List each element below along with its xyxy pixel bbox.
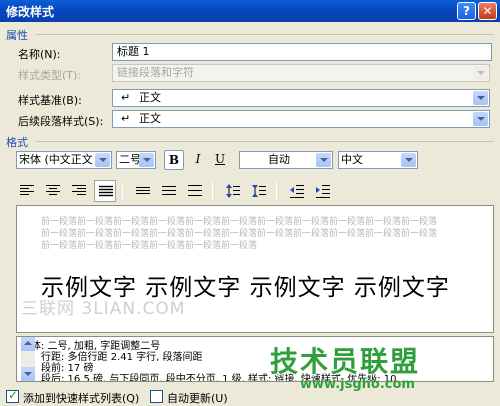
previous-paragraph-text: 前一段落前一段落前一段落前一段落前一段落前一段落 xyxy=(41,241,258,251)
paragraph-return-icon: ↵ xyxy=(121,112,131,125)
chevron-down-icon xyxy=(316,153,331,167)
font-value: 宋体 (中文正文 xyxy=(19,153,93,166)
name-value: 标题 1 xyxy=(117,45,150,58)
properties-section-label: 属性 xyxy=(6,29,28,42)
format-divider xyxy=(36,141,494,142)
scroll-down-icon[interactable] xyxy=(21,367,35,381)
italic-button[interactable]: I xyxy=(188,150,208,170)
checkbox-checked-icon xyxy=(6,388,19,403)
double-spacing-icon[interactable] xyxy=(184,180,206,202)
decrease-paragraph-spacing-icon[interactable] xyxy=(248,180,270,202)
window-title: 修改样式 xyxy=(6,5,55,19)
chevron-down-icon xyxy=(139,153,154,167)
style-type-value: 链接段落和字符 xyxy=(117,66,194,79)
name-label: 名称(N): xyxy=(18,48,61,61)
font-size-select[interactable]: 二号 xyxy=(116,151,156,169)
chevron-down-icon xyxy=(473,112,488,126)
checkbox-icon xyxy=(150,390,163,403)
font-size-value: 二号 xyxy=(119,153,141,166)
following-style-label: 后续段落样式(S): xyxy=(18,115,104,128)
chevron-down-icon xyxy=(473,91,488,105)
add-to-quick-styles-checkbox[interactable]: 添加到快速样式列表(Q) xyxy=(6,388,146,405)
scroll-up-icon[interactable] xyxy=(21,337,35,351)
font-color-value: 自动 xyxy=(268,153,290,166)
increase-indent-icon[interactable] xyxy=(312,180,334,202)
format-section-label: 格式 xyxy=(6,136,28,149)
properties-divider xyxy=(36,34,494,35)
paragraph-return-icon: ↵ xyxy=(121,91,131,104)
underline-button[interactable]: U xyxy=(210,150,230,170)
align-right-icon[interactable] xyxy=(68,180,90,202)
site-watermark-title: 技术员联盟 xyxy=(270,345,421,378)
style-type-label: 样式类型(T): xyxy=(18,69,82,82)
style-based-on-label: 样式基准(B): xyxy=(18,94,82,107)
chevron-down-icon xyxy=(473,66,488,80)
site-watermark-url: www.jsgho.com xyxy=(300,377,415,392)
style-preview: 前一段落前一段落前一段落前一段落前一段落前一段落前一段落前一段落前一段落前一段落… xyxy=(16,205,494,333)
font-color-select[interactable]: 自动 xyxy=(239,151,333,169)
title-bar: 修改样式 ? ✕ xyxy=(0,0,500,22)
preview-watermark: 三联网 3LIAN.COM xyxy=(21,299,186,319)
auto-update-checkbox[interactable]: 自动更新(U) xyxy=(150,390,250,405)
align-left-icon[interactable] xyxy=(16,180,38,202)
align-center-icon[interactable] xyxy=(42,180,64,202)
toolbar-separator xyxy=(212,182,213,200)
style-description: 字体: 二号, 加粗, 字距调整二号 行距: 多倍行距 2.41 字行, 段落间… xyxy=(16,336,494,382)
toolbar-separator xyxy=(122,182,123,200)
add-to-quick-styles-label: 添加到快速样式列表(Q) xyxy=(23,392,140,405)
language-select[interactable]: 中文 xyxy=(338,151,418,169)
style-based-on-select[interactable]: ↵ 正文 xyxy=(112,89,490,107)
increase-paragraph-spacing-icon[interactable] xyxy=(222,180,244,202)
bold-button[interactable]: B xyxy=(164,150,184,170)
chevron-down-icon xyxy=(95,153,110,167)
single-spacing-icon[interactable] xyxy=(132,180,154,202)
toolbar-separator xyxy=(276,182,277,200)
name-input[interactable]: 标题 1 xyxy=(112,43,492,61)
help-button[interactable]: ? xyxy=(457,2,476,20)
chevron-down-icon xyxy=(401,153,416,167)
language-value: 中文 xyxy=(341,153,363,166)
description-scrollbar[interactable] xyxy=(21,337,35,381)
following-style-value: 正文 xyxy=(139,112,161,125)
justify-icon[interactable] xyxy=(94,180,116,202)
close-button[interactable]: ✕ xyxy=(478,2,497,20)
style-based-on-value: 正文 xyxy=(139,91,161,104)
decrease-indent-icon[interactable] xyxy=(286,180,308,202)
following-style-select[interactable]: ↵ 正文 xyxy=(112,110,490,128)
style-type-select[interactable]: 链接段落和字符 xyxy=(112,64,490,82)
auto-update-label: 自动更新(U) xyxy=(167,392,228,405)
one-half-spacing-icon[interactable] xyxy=(158,180,180,202)
font-select[interactable]: 宋体 (中文正文 xyxy=(16,151,112,169)
